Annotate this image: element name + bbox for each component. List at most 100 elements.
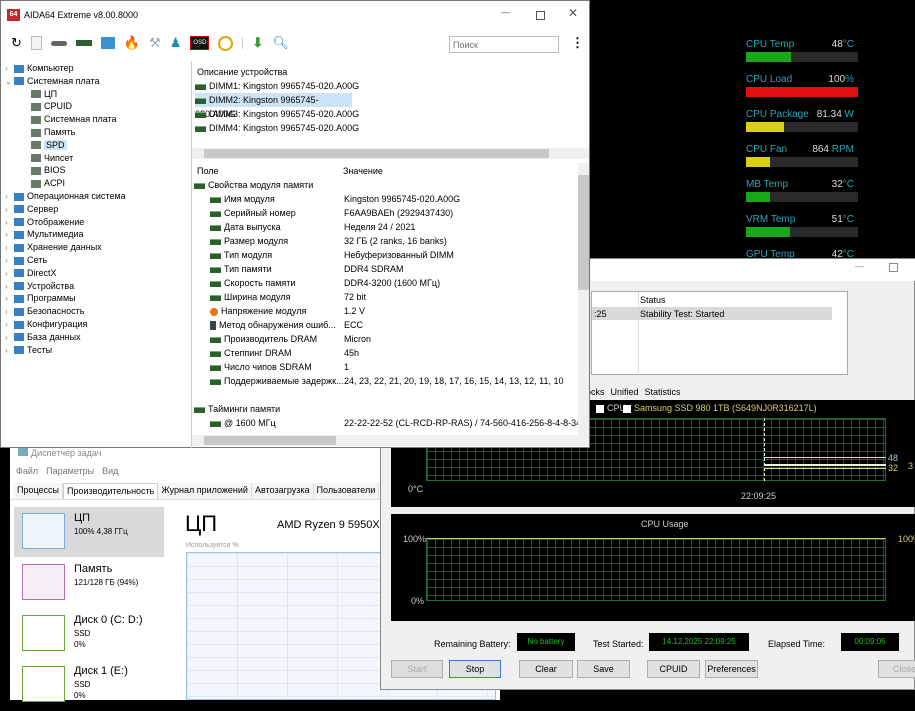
tools-icon[interactable]: ⚒ <box>149 35 161 51</box>
minimize-button[interactable]: — <box>501 7 510 17</box>
tab[interactable]: Unified <box>611 387 639 397</box>
network-icon[interactable] <box>100 37 115 49</box>
tree-item[interactable]: › Отображение <box>5 216 191 229</box>
menu-item[interactable]: Вид <box>102 466 118 476</box>
property-row[interactable]: Производитель DRAM Micron <box>194 332 580 346</box>
property-row[interactable]: Тип памяти DDR4 SDRAM <box>194 262 580 276</box>
menu-item[interactable]: Параметры <box>46 466 94 476</box>
checkbox-icon[interactable] <box>623 404 631 413</box>
tree-item[interactable]: › Конфигурация <box>5 318 191 331</box>
osd-icon[interactable]: OSD <box>190 36 210 50</box>
more-options-icon[interactable]: ⋮ <box>571 35 584 51</box>
property-row[interactable]: Скорость памяти DDR4-3200 (1600 МГц) <box>194 276 580 290</box>
close-button[interactable]: Close <box>878 660 915 678</box>
property-row[interactable]: Число чипов SDRAM 1 <box>194 360 580 374</box>
tree-item[interactable]: ACPI <box>5 177 191 190</box>
expand-icon[interactable]: › <box>5 319 14 332</box>
tree-item[interactable]: › Программы <box>5 292 191 305</box>
expand-icon[interactable]: › <box>5 191 14 204</box>
maximize-button[interactable] <box>889 263 898 272</box>
property-row[interactable]: @ 1600 МГц 22-22-22-52 (CL-RCD-RP-RAS) / … <box>194 416 580 430</box>
tree-item[interactable]: › Компьютер <box>5 62 191 75</box>
close-button[interactable]: ✕ <box>568 6 578 20</box>
perf-item[interactable]: Диск 0 (C: D:) SSD 0% <box>14 609 164 659</box>
property-row[interactable]: Дата выпуска Неделя 24 / 2021 <box>194 220 580 234</box>
details-hscrollbar[interactable] <box>192 435 589 446</box>
tab[interactable]: Пользователи <box>313 483 380 499</box>
legend-ssd[interactable]: Samsung SSD 980 1TB (S649NJ0R316217L) <box>623 403 817 413</box>
report-icon[interactable] <box>30 36 42 50</box>
tab[interactable]: Statistics <box>645 387 681 397</box>
tree-item[interactable]: › Сеть <box>5 254 191 267</box>
tree-item[interactable]: SPD <box>5 139 191 152</box>
clear-button[interactable]: Clear <box>519 660 573 678</box>
tree-item[interactable]: › Тесты <box>5 344 191 357</box>
refresh-icon[interactable]: ↻ <box>11 35 22 51</box>
tree-item[interactable]: › Хранение данных <box>5 241 191 254</box>
minimize-button[interactable]: — <box>855 261 864 271</box>
tree-item[interactable]: Память <box>5 126 191 139</box>
user-icon[interactable]: ♟ <box>170 35 182 51</box>
property-row[interactable] <box>194 388 580 402</box>
tree-item[interactable]: › Устройства <box>5 280 191 293</box>
device-item[interactable]: DIMM3: Kingston 9965745-020.A00G <box>195 107 575 121</box>
status-log[interactable]: Status :25 Stability Test: Started <box>591 291 848 376</box>
tree-item[interactable]: › Сервер <box>5 203 191 216</box>
perf-item[interactable]: Память 121/128 ГБ (94%) <box>14 558 164 608</box>
preferences-button[interactable]: Preferences <box>705 660 758 678</box>
device-item[interactable]: DIMM1: Kingston 9965745-020.A00G <box>195 79 575 93</box>
memory-icon[interactable] <box>75 40 92 46</box>
gauge-icon[interactable] <box>218 35 234 51</box>
tab[interactable]: Процессы <box>14 483 64 499</box>
property-row[interactable]: Степпинг DRAM 45h <box>194 346 580 360</box>
cpuid-button[interactable]: CPUID <box>647 660 700 678</box>
checkbox-icon[interactable] <box>596 404 604 413</box>
tree-item[interactable]: ⌄ Системная плата <box>5 75 191 88</box>
log-row[interactable]: :25 Stability Test: Started <box>592 307 832 320</box>
expand-icon[interactable]: › <box>5 204 14 217</box>
group-header[interactable]: Свойства модуля памяти <box>194 178 580 192</box>
tree-item[interactable]: › Безопасность <box>5 305 191 318</box>
download-icon[interactable]: ⬇ <box>252 35 263 51</box>
details-vscrollbar[interactable] <box>578 163 589 435</box>
tree-item[interactable]: BIOS <box>5 164 191 177</box>
property-row[interactable]: Метод обнаружения ошиб... ECC <box>194 318 580 332</box>
property-row[interactable]: Ширина модуля 72 bit <box>194 290 580 304</box>
tree-item[interactable]: CPUID <box>5 100 191 113</box>
flame-icon[interactable]: 🔥 <box>124 35 140 51</box>
menu-item[interactable]: Файл <box>16 466 38 476</box>
search-input[interactable] <box>449 36 559 53</box>
device-hscrollbar[interactable] <box>192 148 589 159</box>
expand-icon[interactable]: › <box>5 63 14 76</box>
tab[interactable]: Журнал приложений <box>158 483 252 499</box>
tree-item[interactable]: Системная плата <box>5 113 191 126</box>
motherboard-icon[interactable] <box>50 40 67 46</box>
expand-icon[interactable]: › <box>5 268 14 281</box>
perf-item[interactable]: Диск 1 (E:) SSD 0% <box>14 660 164 710</box>
maximize-button[interactable] <box>536 11 545 20</box>
tree-item[interactable]: › Операционная система <box>5 190 191 203</box>
property-row[interactable]: Тип модуля Небуферизованный DIMM <box>194 248 580 262</box>
tab[interactable]: Автозагрузка <box>251 483 314 499</box>
perf-item[interactable]: ЦП 100% 4,38 ГГц <box>14 507 164 557</box>
group-header[interactable]: Тайминги памяти <box>194 402 580 416</box>
start-button[interactable]: Start <box>391 660 443 678</box>
tree-item[interactable]: › DirectX <box>5 267 191 280</box>
collapse-icon[interactable]: ⌄ <box>5 76 14 89</box>
property-row[interactable]: Серийный номер F6AA9BAEh (2929437430) <box>194 206 580 220</box>
legend-cpu[interactable]: CPU <box>596 403 626 413</box>
stop-button[interactable]: Stop <box>449 660 501 678</box>
property-row[interactable]: Напряжение модуля 1.2 V <box>194 304 580 318</box>
tree-item[interactable]: ЦП <box>5 88 191 101</box>
expand-icon[interactable]: › <box>5 345 14 358</box>
tree-item[interactable]: › База данных <box>5 331 191 344</box>
tree-item[interactable]: Чипсет <box>5 152 191 165</box>
tab[interactable]: Производительность <box>63 483 159 499</box>
property-row[interactable]: Имя модуля Kingston 9965745-020.A00G <box>194 192 580 206</box>
expand-icon[interactable]: › <box>5 332 14 345</box>
search-icon[interactable]: 🔍︎ <box>272 35 289 51</box>
property-row[interactable]: Поддерживаемые задержк... 24, 23, 22, 21,… <box>194 374 580 388</box>
save-button[interactable]: Save <box>577 660 630 678</box>
property-row[interactable]: Размер модуля 32 ГБ (2 ranks, 16 banks) <box>194 234 580 248</box>
device-item[interactable]: DIMM4: Kingston 9965745-020.A00G <box>195 121 575 135</box>
